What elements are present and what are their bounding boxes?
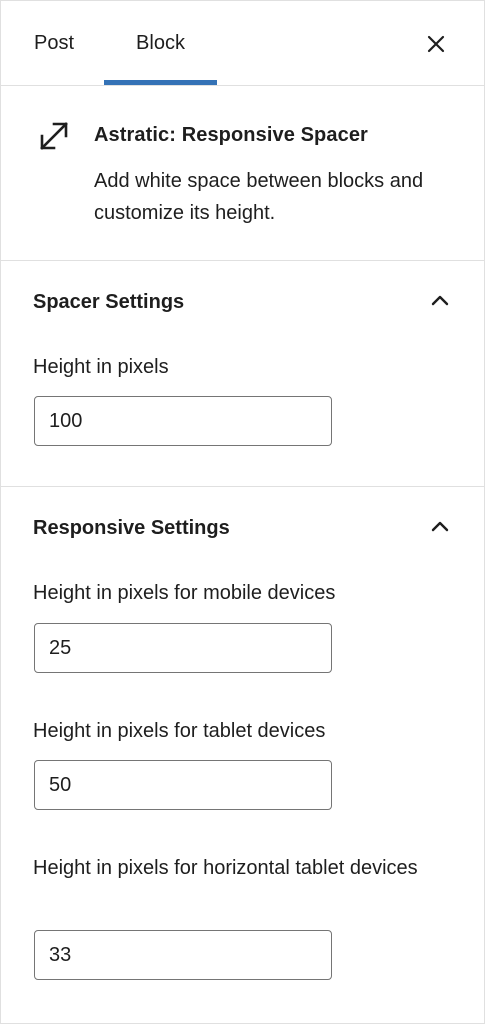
close-button[interactable] [420, 28, 452, 60]
tab-block[interactable]: Block [104, 1, 217, 85]
resize-diagonal-icon [37, 119, 71, 158]
chevron-up-icon [431, 295, 449, 306]
tablet-height-label: Height in pixels for tablet devices [33, 720, 326, 742]
mobile-height-input[interactable] [34, 623, 332, 673]
height-label: Height in pixels [33, 356, 169, 378]
responsive-settings-panel: Responsive Settings Height in pixels for… [1, 487, 484, 1024]
tablet-height-input[interactable] [34, 760, 332, 810]
close-icon [427, 35, 445, 53]
height-input[interactable] [34, 396, 332, 446]
panel-title-responsive-settings[interactable]: Responsive Settings [33, 517, 230, 540]
responsive-settings-toggle[interactable] [426, 513, 454, 541]
block-settings-sidebar: Post Block Astratic: Responsive Spacer A… [0, 0, 485, 1024]
block-title: Astratic: Responsive Spacer [94, 124, 368, 146]
horizontal-tablet-height-label: Height in pixels for horizontal tablet d… [33, 857, 418, 879]
sidebar-tabs: Post Block [1, 1, 484, 86]
tab-post[interactable]: Post [15, 1, 93, 85]
spacer-settings-panel: Spacer Settings Height in pixels [1, 261, 484, 487]
block-card: Astratic: Responsive Spacer Add white sp… [1, 86, 484, 261]
panel-title-spacer-settings[interactable]: Spacer Settings [33, 291, 184, 314]
chevron-up-icon [431, 521, 449, 532]
spacer-settings-toggle[interactable] [426, 287, 454, 315]
mobile-height-label: Height in pixels for mobile devices [33, 582, 336, 604]
horizontal-tablet-height-input[interactable] [34, 930, 332, 980]
block-description: Add white space between blocks and custo… [94, 170, 424, 224]
